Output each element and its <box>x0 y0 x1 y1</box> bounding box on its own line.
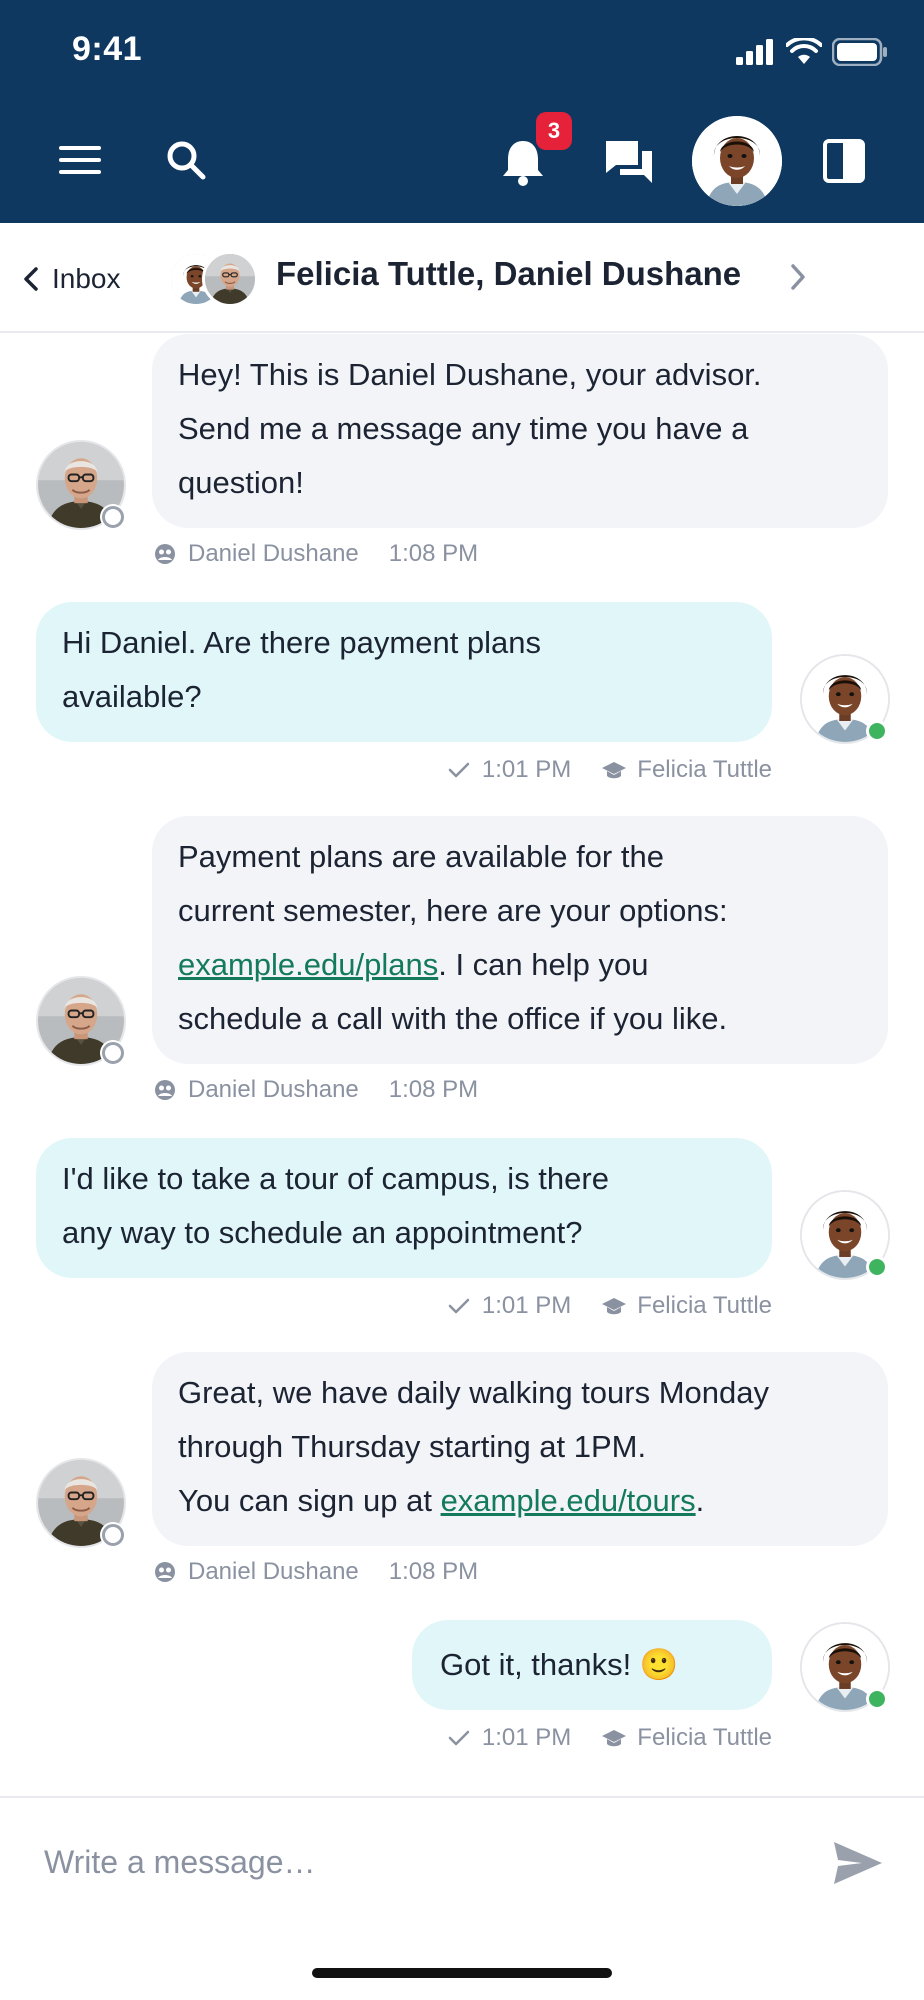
message-meta: 1:01 PM Felicia Tuttle <box>448 1724 772 1752</box>
messages-icon[interactable] <box>604 138 654 186</box>
message-meta: Daniel Dushane 1:08 PM <box>154 540 478 568</box>
back-label: Inbox <box>52 263 121 294</box>
user-avatar[interactable] <box>692 116 782 206</box>
conversation-title[interactable]: Felicia Tuttle, Daniel Dushane <box>276 255 741 293</box>
message-text-line: Hey! This is Daniel Dushane, your adviso… <box>178 357 762 392</box>
message-bubble-incoming: Great, we have daily walking tours Monda… <box>152 1352 888 1546</box>
message-text-line: Hi Daniel. Are there payment plans <box>62 625 542 660</box>
message-bubble-outgoing: I'd like to take a tour of campus, is th… <box>36 1138 772 1278</box>
battery-icon <box>832 38 887 66</box>
sender-avatar[interactable] <box>36 1458 126 1548</box>
notification-badge: 3 <box>536 112 572 150</box>
sender-name: Felicia Tuttle <box>637 1292 772 1319</box>
sender-name: Daniel Dushane <box>188 1558 359 1585</box>
presence-offline-indicator <box>102 506 124 528</box>
message-text-fragment: . <box>695 1483 705 1518</box>
student-cap-icon <box>602 1730 627 1747</box>
menu-icon[interactable] <box>58 142 102 178</box>
sender-avatar[interactable] <box>36 976 126 1066</box>
message-text-line: Send me a message any time you have a <box>178 411 749 446</box>
wifi-icon <box>786 38 822 64</box>
message-text-line: You can sign up at example.edu/tours. <box>178 1474 860 1528</box>
back-to-inbox-button[interactable]: Inbox <box>22 259 121 299</box>
student-cap-icon <box>602 1298 627 1315</box>
student-cap-icon <box>602 762 627 779</box>
advisor-role-icon <box>155 1562 175 1582</box>
sender-avatar[interactable] <box>800 1622 890 1712</box>
message-text-line: available? <box>62 679 202 714</box>
message-bubble-incoming: Hey! This is Daniel Dushane, your adviso… <box>152 334 888 528</box>
sender-avatar[interactable] <box>800 1190 890 1280</box>
message-text-line: Payment plans are available for the <box>178 839 664 874</box>
presence-offline-indicator <box>102 1524 124 1546</box>
message-time: 1:01 PM <box>481 1724 572 1751</box>
message-composer <box>0 1796 924 2000</box>
presence-offline-indicator <box>102 1042 124 1064</box>
sent-check-icon <box>448 1298 470 1314</box>
signal-icon <box>736 39 773 65</box>
message-meta: Daniel Dushane 1:08 PM <box>154 1076 478 1104</box>
message-meta: 1:01 PM Felicia Tuttle <box>448 756 772 784</box>
message-input[interactable] <box>44 1832 804 1892</box>
advisor-role-icon <box>155 544 175 564</box>
home-indicator <box>312 1968 612 1978</box>
message-time: 1:01 PM <box>481 756 572 783</box>
message-text-line: Got it, thanks! 🙂 <box>440 1647 679 1682</box>
message-text-line: any way to schedule an appointment? <box>62 1215 583 1250</box>
message-text-line: through Thursday starting at 1PM. <box>178 1429 647 1464</box>
message-text-line: I'd like to take a tour of campus, is th… <box>62 1161 609 1196</box>
search-icon[interactable] <box>164 138 208 182</box>
plans-link[interactable]: example.edu/plans <box>178 947 438 982</box>
message-time: 1:08 PM <box>388 1558 479 1585</box>
message-time: 1:08 PM <box>388 1076 479 1103</box>
sender-avatar[interactable] <box>800 654 890 744</box>
message-text-line: current semester, here are your options: <box>178 893 728 928</box>
advisor-role-icon <box>155 1080 175 1100</box>
message-meta: Daniel Dushane 1:08 PM <box>154 1558 478 1586</box>
side-panel-icon[interactable] <box>822 138 866 184</box>
status-time: 9:41 <box>72 30 143 68</box>
message-bubble-outgoing: Got it, thanks! 🙂 <box>412 1620 772 1710</box>
message-text-fragment: You can sign up at <box>178 1483 441 1518</box>
app-header: 9:41 3 <box>0 0 924 223</box>
message-text-fragment: . I can help you <box>438 947 649 982</box>
sent-check-icon <box>448 1730 470 1746</box>
presence-online-indicator <box>866 1688 888 1710</box>
message-text-line: example.edu/plans. I can help you <box>178 938 860 992</box>
conversation-header: Inbox Felicia Tuttle, Daniel Dushane <box>0 223 924 333</box>
tours-link[interactable]: example.edu/tours <box>441 1483 696 1518</box>
send-icon[interactable] <box>832 1840 884 1891</box>
presence-online-indicator <box>866 1256 888 1278</box>
message-time: 1:08 PM <box>388 540 479 567</box>
sender-name: Daniel Dushane <box>188 540 359 567</box>
message-bubble-incoming: Payment plans are available for the curr… <box>152 816 888 1064</box>
sender-name: Daniel Dushane <box>188 1076 359 1103</box>
sent-check-icon <box>448 762 470 778</box>
message-time: 1:01 PM <box>481 1292 572 1319</box>
sender-name: Felicia Tuttle <box>637 1724 772 1751</box>
sender-avatar[interactable] <box>36 440 126 530</box>
participant-avatars[interactable] <box>168 251 260 307</box>
chevron-right-icon[interactable] <box>788 261 808 298</box>
message-meta: 1:01 PM Felicia Tuttle <box>448 1292 772 1320</box>
message-text-line: question! <box>178 465 304 500</box>
message-text-line: Great, we have daily walking tours Monda… <box>178 1375 770 1410</box>
message-text-line: schedule a call with the office if you l… <box>178 1001 728 1036</box>
participant-avatar <box>202 251 258 307</box>
presence-online-indicator <box>866 720 888 742</box>
sender-name: Felicia Tuttle <box>637 756 772 783</box>
status-icons <box>736 36 888 68</box>
chevron-left-icon <box>24 267 38 291</box>
message-bubble-outgoing: Hi Daniel. Are there payment plans avail… <box>36 602 772 742</box>
